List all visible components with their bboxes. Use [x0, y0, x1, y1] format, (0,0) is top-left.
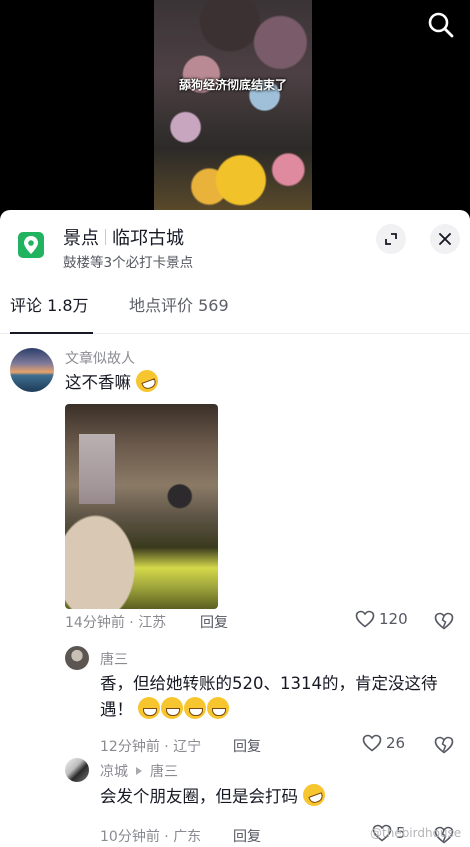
reply-location: 辽宁 [173, 739, 202, 755]
poi-header[interactable]: 景点 临邛古城 鼓楼等3个必打卡景点 [0, 210, 470, 280]
poi-name: 临邛古城 [112, 228, 184, 249]
expand-button[interactable] [376, 224, 406, 254]
grin-emoji-icon [161, 697, 184, 719]
reply-text: 香，但给她转账的520、1314的，肯定没这待遇！ [100, 671, 460, 723]
reply-text: 会发个朋友圈，但是会打码 [100, 780, 329, 810]
avatar[interactable] [65, 758, 89, 782]
broken-heart-icon [434, 612, 454, 630]
comment-meta: 14分钟前 · 江苏 [65, 612, 166, 632]
rofl-emoji-icon [300, 780, 329, 810]
reply-button[interactable]: 回复 [200, 612, 228, 632]
reply-text-content: 会发个朋友圈，但是会打码 [100, 787, 298, 806]
video-player[interactable]: 舔狗经济彻底结束了 [0, 0, 470, 212]
avatar[interactable] [10, 348, 54, 392]
broken-heart-icon [434, 736, 454, 754]
comment-location: 江苏 [138, 615, 167, 631]
reply-meta: 12分钟前 · 辽宁 [100, 736, 201, 756]
reply-arrow-icon [136, 767, 142, 775]
reply-item: 唐三 香，但给她转账的520、1314的，肯定没这待遇！ 12分钟前 · 辽宁 … [0, 646, 470, 755]
reply-meta: 10分钟前 · 广东 [100, 826, 201, 846]
location-pin-icon [18, 232, 44, 258]
active-tab-indicator [10, 332, 93, 334]
reply-time: 10分钟前 [100, 829, 160, 845]
poi-title: 景点 临邛古城 [63, 224, 184, 250]
like-button[interactable]: 26 [362, 734, 405, 752]
dislike-button[interactable] [434, 612, 454, 634]
reply-to-username[interactable]: 唐三 [150, 761, 178, 781]
comment-text-content: 这不香嘛 [65, 373, 131, 392]
reply-location: 广东 [173, 829, 202, 845]
meta-dot: · [129, 615, 139, 631]
comment-item: 文章似故人 这不香嘛 14分钟前 · 江苏 回复 120 [0, 348, 470, 638]
tab-bar: 评论 1.8万 地点评价 569 [0, 282, 470, 334]
reply-button[interactable]: 回复 [233, 826, 261, 846]
reply-header: 凉城 唐三 [100, 761, 178, 781]
heart-icon [355, 610, 375, 628]
watermark: @thebirdhouse [370, 826, 461, 840]
reply-username[interactable]: 凉城 [100, 761, 128, 781]
like-count: 26 [386, 734, 406, 752]
tab-comments[interactable]: 评论 1.8万 [10, 292, 89, 334]
heart-icon [362, 734, 382, 752]
grin-emoji-icon [207, 697, 230, 719]
search-button[interactable] [426, 10, 456, 40]
video-frame[interactable]: 舔狗经济彻底结束了 [154, 0, 312, 212]
comment-time: 14分钟前 [65, 615, 125, 631]
comment-username[interactable]: 文章似故人 [65, 348, 135, 368]
avatar[interactable] [65, 646, 89, 670]
reply-time: 12分钟前 [100, 739, 160, 755]
poi-subtitle: 鼓楼等3个必打卡景点 [63, 255, 194, 271]
grin-emoji-icon [184, 697, 207, 719]
expand-icon [385, 233, 397, 245]
meta-dot: · [164, 829, 174, 845]
reply-username[interactable]: 唐三 [100, 649, 128, 669]
photo-window [79, 434, 115, 504]
tab-place-reviews[interactable]: 地点评价 569 [129, 292, 229, 334]
reply-button[interactable]: 回复 [233, 736, 261, 756]
comment-sheet: 景点 临邛古城 鼓楼等3个必打卡景点 评论 1.8万 地点评价 569 文章似故… [0, 210, 470, 847]
close-icon [439, 233, 451, 245]
like-count: 120 [379, 610, 408, 628]
watermark-text: @thebirdhouse [370, 826, 462, 840]
meta-dot: · [164, 739, 174, 755]
thinking-emoji-icon [133, 366, 162, 396]
like-button[interactable]: 120 [355, 610, 408, 628]
title-divider [105, 229, 106, 245]
search-icon [428, 12, 454, 38]
dislike-button[interactable] [434, 736, 454, 758]
poi-category: 景点 [63, 228, 99, 249]
video-caption: 舔狗经济彻底结束了 [178, 78, 287, 92]
comment-image[interactable] [65, 404, 218, 609]
close-button[interactable] [430, 224, 460, 254]
comment-text: 这不香嘛 [65, 366, 162, 396]
grin-emoji-icon [138, 697, 161, 719]
